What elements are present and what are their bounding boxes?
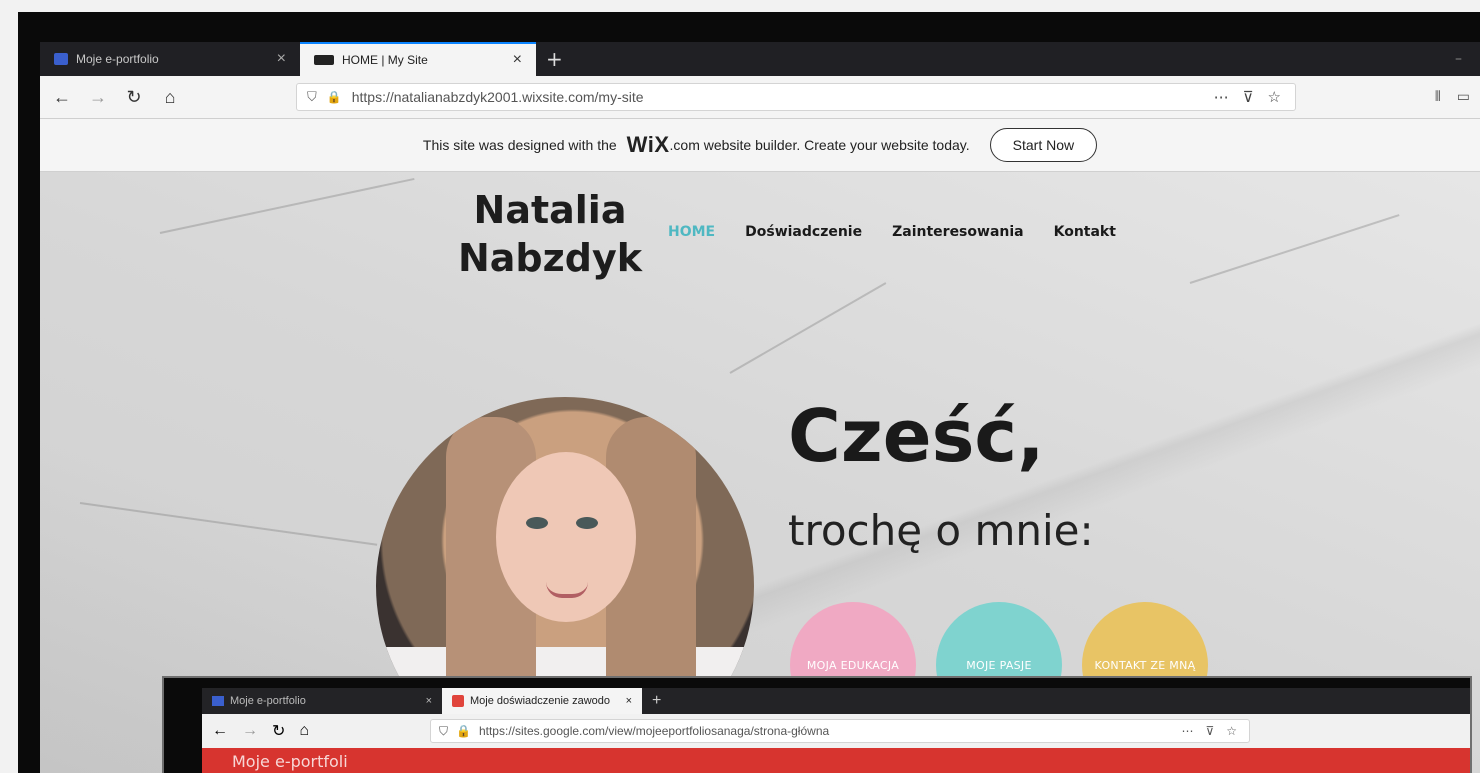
google-sites-header: Moje e-portfoli bbox=[202, 748, 1470, 773]
tab-moje-e-portfolio[interactable]: Moje e-portfolio × bbox=[40, 42, 300, 76]
tab-title: HOME | My Site bbox=[342, 53, 428, 67]
wix-favicon-icon bbox=[54, 53, 68, 65]
second-url-bar[interactable]: ⛉ 🔒 https://sites.google.com/view/mojeep… bbox=[430, 719, 1250, 743]
marble-vein bbox=[1189, 214, 1400, 284]
about-subtitle: trochę o mnie: bbox=[788, 506, 1094, 555]
wix-promo-banner: This site was designed with the WiX .com … bbox=[40, 119, 1480, 172]
new-tab-button[interactable]: + bbox=[536, 42, 573, 76]
start-now-button[interactable]: Start Now bbox=[989, 128, 1098, 162]
google-sites-favicon-icon bbox=[452, 695, 464, 707]
tab-home-my-site[interactable]: HOME | My Site × bbox=[300, 42, 536, 76]
second-tab-doswiadczenie[interactable]: Moje doświadczenie zawodo × bbox=[442, 688, 642, 714]
second-browser-window: Moje e-portfolio × Moje doświadczenie za… bbox=[202, 688, 1470, 773]
more-actions-icon[interactable]: ⋯ bbox=[1214, 88, 1229, 106]
wix-favicon-icon bbox=[212, 696, 224, 706]
library-icon[interactable]: ⫴ bbox=[1435, 88, 1441, 105]
pocket-icon[interactable]: ⊽ bbox=[1205, 724, 1214, 738]
second-navigation-toolbar: ← → ↻ ⌂ ⛉ 🔒 https://sites.google.com/vie… bbox=[202, 714, 1470, 748]
greeting-heading: Cześć, bbox=[788, 394, 1045, 478]
second-tab-strip: Moje e-portfolio × Moje doświadczenie za… bbox=[202, 688, 1470, 714]
wix-favicon-icon bbox=[314, 55, 334, 65]
browser-window: Moje e-portfolio × HOME | My Site × + – … bbox=[40, 42, 1480, 773]
navigation-toolbar: ← → ↻ ⌂ ⛉ 🔒 https://natalianabzdyk2001.w… bbox=[40, 76, 1480, 119]
lock-icon[interactable]: 🔒 bbox=[456, 724, 471, 738]
marble-vein bbox=[79, 502, 378, 546]
back-arrow-icon[interactable]: ← bbox=[52, 87, 72, 108]
minimize-button[interactable]: – bbox=[1437, 42, 1480, 76]
photo-eye bbox=[576, 517, 598, 529]
nav-home[interactable]: HOME bbox=[668, 224, 715, 240]
site-navigation: HOME Doświadczenie Zainteresowania Konta… bbox=[668, 224, 1116, 240]
site-title-first: Natalia bbox=[473, 188, 627, 232]
marble-vein bbox=[729, 282, 887, 374]
sidebar-icon[interactable]: ▭ bbox=[1457, 88, 1470, 105]
tab-title: Moje doświadczenie zawodo bbox=[470, 695, 611, 707]
site-title[interactable]: Natalia Nabzdyk bbox=[450, 186, 650, 282]
nav-doswiadczenie[interactable]: Doświadczenie bbox=[745, 224, 862, 240]
home-icon[interactable]: ⌂ bbox=[160, 87, 180, 108]
forward-arrow-icon[interactable]: → bbox=[88, 87, 108, 108]
photo-eye bbox=[526, 517, 548, 529]
close-icon[interactable]: × bbox=[626, 695, 632, 707]
close-icon[interactable]: × bbox=[277, 50, 286, 68]
reload-icon[interactable]: ↻ bbox=[124, 87, 144, 108]
tab-title: Moje e-portfolio bbox=[76, 52, 159, 66]
shield-icon[interactable]: ⛉ bbox=[439, 724, 448, 739]
reload-icon[interactable]: ↻ bbox=[272, 721, 285, 741]
second-page-title: Moje e-portfoli bbox=[232, 752, 348, 771]
shield-icon[interactable]: ⛉ bbox=[307, 89, 317, 105]
bookmark-star-icon[interactable]: ☆ bbox=[1226, 724, 1237, 738]
lock-icon[interactable]: 🔒 bbox=[327, 90, 342, 104]
close-icon[interactable]: × bbox=[513, 51, 522, 69]
nav-zainteresowania[interactable]: Zainteresowania bbox=[892, 224, 1024, 240]
tab-strip: Moje e-portfolio × HOME | My Site × + – bbox=[40, 42, 1480, 76]
back-arrow-icon[interactable]: ← bbox=[212, 722, 228, 740]
url-text: https://natalianabzdyk2001.wixsite.com/m… bbox=[351, 89, 644, 105]
marble-vein bbox=[159, 177, 415, 234]
url-bar[interactable]: ⛉ 🔒 https://natalianabzdyk2001.wixsite.c… bbox=[296, 83, 1296, 111]
nav-kontakt[interactable]: Kontakt bbox=[1054, 224, 1116, 240]
wix-banner-text-end: .com website builder. Create your websit… bbox=[669, 137, 970, 153]
more-actions-icon[interactable]: ⋯ bbox=[1181, 724, 1193, 738]
url-text: https://sites.google.com/view/mojeeportf… bbox=[478, 724, 830, 738]
site-title-last: Nabzdyk bbox=[457, 236, 642, 280]
bookmark-star-icon[interactable]: ☆ bbox=[1268, 88, 1281, 106]
tab-title: Moje e-portfolio bbox=[230, 695, 306, 707]
new-tab-button[interactable]: + bbox=[642, 692, 671, 710]
close-icon[interactable]: × bbox=[426, 695, 432, 707]
wix-logo: WiX bbox=[626, 132, 670, 157]
monitor-frame: Moje e-portfolio × HOME | My Site × + – … bbox=[18, 12, 1480, 773]
wix-banner-text-start: This site was designed with the bbox=[422, 137, 617, 153]
second-screen-photo: Moje e-portfolio × Moje doświadczenie za… bbox=[162, 676, 1472, 773]
pocket-icon[interactable]: ⊽ bbox=[1243, 88, 1254, 106]
home-icon[interactable]: ⌂ bbox=[299, 722, 309, 740]
forward-arrow-icon[interactable]: → bbox=[242, 722, 258, 740]
second-tab-moje-e-portfolio[interactable]: Moje e-portfolio × bbox=[202, 688, 442, 714]
